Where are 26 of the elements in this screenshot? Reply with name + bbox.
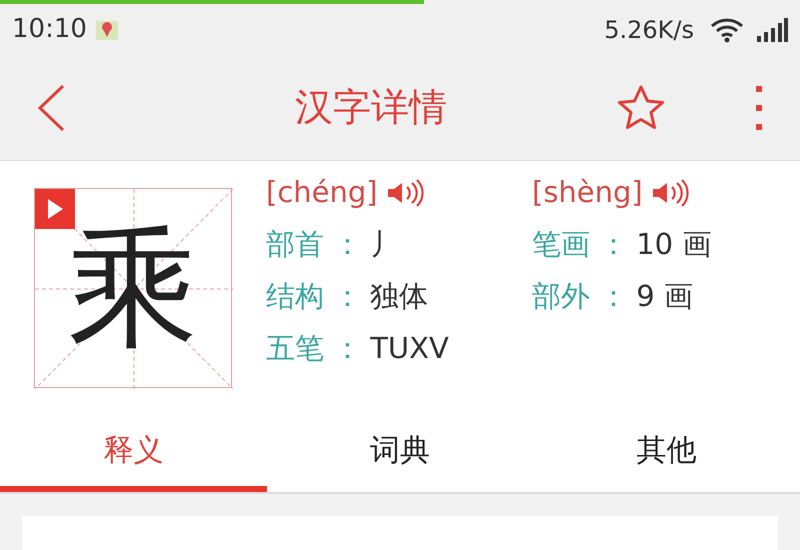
page-title: 汉字详情 — [295, 84, 447, 131]
detail-label: 部首 ： — [266, 226, 362, 264]
detail-value: 独体 — [370, 278, 428, 316]
pinyin-text: [shèng] — [532, 174, 643, 212]
detail-value: 10 画 — [636, 226, 712, 264]
character-glyph: 乘 — [68, 222, 198, 352]
more-menu-icon[interactable] — [754, 84, 764, 132]
detail-value: 丿 — [370, 226, 400, 264]
status-time: 10:10 — [12, 13, 87, 46]
detail-label: 结构 ： — [266, 278, 362, 316]
tab[interactable]: 释义 — [0, 414, 267, 492]
network-speed: 5.26K/s — [604, 14, 694, 46]
star-icon[interactable] — [616, 84, 666, 132]
wifi-icon — [710, 16, 744, 42]
tab[interactable]: 其他 — [533, 414, 800, 492]
signal-icon — [756, 18, 788, 42]
detail-value: TUXV — [370, 330, 449, 368]
speaker-icon[interactable] — [386, 178, 424, 208]
detail-label: 部外 ： — [532, 278, 628, 316]
speaker-icon[interactable] — [650, 178, 689, 208]
back-icon[interactable] — [36, 84, 66, 132]
detail-label: 五笔 ： — [266, 330, 362, 368]
detail-value: 9 画 — [636, 278, 693, 316]
tab[interactable]: 词典 — [266, 414, 534, 492]
detail-label: 笔画 ： — [532, 226, 628, 264]
pinyin-text: [chéng] — [266, 174, 378, 212]
